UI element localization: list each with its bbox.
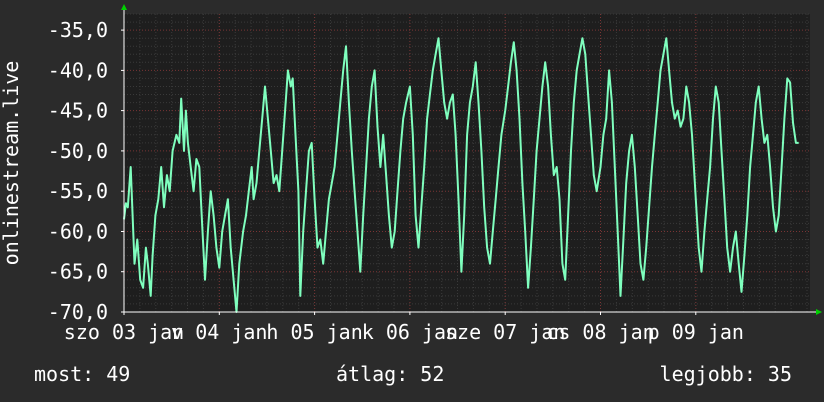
x-tick-label: v 04 jan (171, 320, 267, 344)
x-axis-arrow (816, 309, 822, 315)
x-tick-labels: szo 03 janv 04 janh 05 jank 06 jansze 07… (64, 320, 744, 344)
x-tick-label: h 05 jan (266, 320, 362, 344)
y-tick-label: -60,0 (48, 220, 108, 244)
y-tick-label: -45,0 (48, 99, 108, 123)
x-tick-label: k 06 jan (362, 320, 458, 344)
y-tick-label: -65,0 (48, 260, 108, 284)
line-chart: -70,0-65,0-60,0-55,0-50,0-45,0-40,0-35,0… (0, 4, 822, 344)
y-tick-label: -55,0 (48, 179, 108, 203)
x-tick-label: p 09 jan (648, 320, 744, 344)
y-tick-labels: -70,0-65,0-60,0-55,0-50,0-45,0-40,0-35,0 (48, 18, 108, 324)
best-value-label: legjobb: 35 (659, 362, 792, 386)
y-tick-label: -50,0 (48, 139, 108, 163)
average-value-label: átlag: 52 (336, 362, 445, 386)
y-axis-arrow (121, 4, 127, 10)
y-tick-label: -40,0 (48, 58, 108, 82)
x-tick-label: cs 08 jan (546, 320, 654, 344)
x-tick-label: szo 03 jan (64, 320, 184, 344)
current-value-label: most: 49 (34, 362, 131, 386)
y-tick-label: -35,0 (48, 18, 108, 42)
y-axis-label: onlinestream.live (0, 61, 23, 266)
